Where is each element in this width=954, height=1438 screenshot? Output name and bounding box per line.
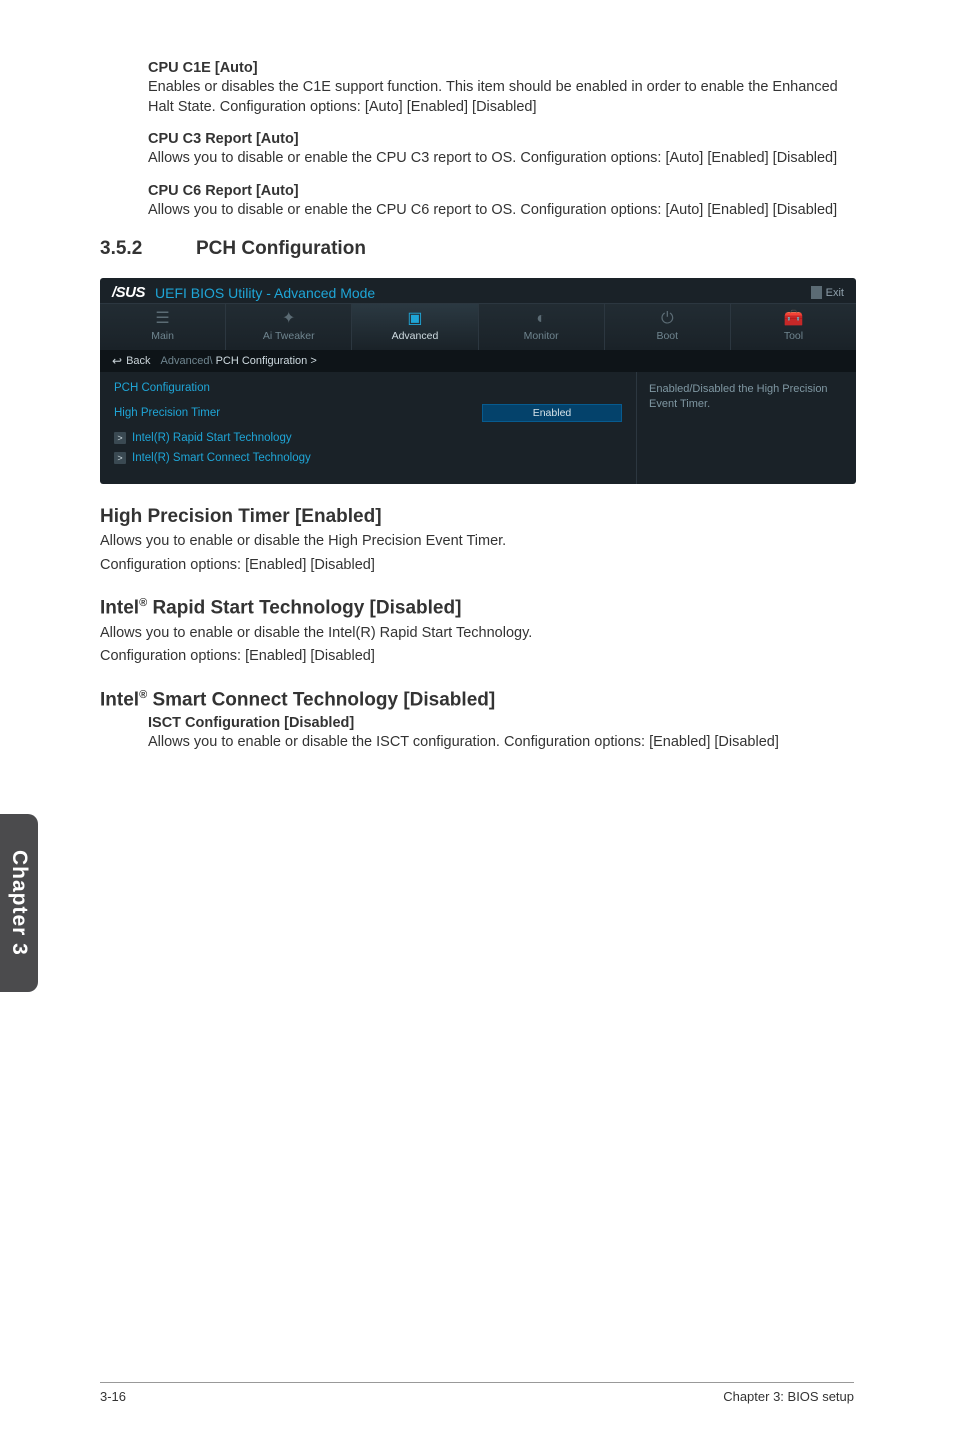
rapid-line2: Configuration options: [Enabled] [Disabl… [100,647,854,667]
isct-sub-body: Allows you to enable or disable the ISCT… [148,733,854,753]
exit-button[interactable]: Exit [811,286,844,299]
smart-heading: Intel® Smart Connect Technology [Disable… [100,689,854,711]
chevron-right-icon: > [114,432,126,444]
exit-label: Exit [826,287,844,299]
cpu-c6-title: CPU C6 Report [Auto] [148,183,854,199]
isct-sub-title: ISCT Configuration [Disabled] [148,715,854,731]
bios-logo: /SUS [112,284,145,301]
hpt-line2: Configuration options: [Enabled] [Disabl… [100,556,854,576]
hpt-label: High Precision Timer [114,407,220,419]
tab-monitor[interactable]: ◐ Monitor [479,304,605,350]
chip-icon: ▣ [352,310,477,328]
bios-screenshot: /SUS UEFI BIOS Utility - Advanced Mode E… [100,278,856,484]
tab-boot[interactable]: ⏻ Boot [605,304,731,350]
cpu-c3-title: CPU C3 Report [Auto] [148,131,854,147]
chevron-right-icon: > [114,452,126,464]
cpu-c1e-title: CPU C1E [Auto] [148,60,854,76]
rapid-heading: Intel® Rapid Start Technology [Disabled] [100,597,854,619]
tab-advanced[interactable]: ▣ Advanced [352,304,478,350]
back-arrow-icon: ↩ [112,354,122,368]
cpu-c3-body: Allows you to disable or enable the CPU … [148,149,854,169]
section-title: PCH Configuration [196,238,366,260]
section-number: 3.5.2 [100,238,196,260]
chapter-label: Chapter 3: BIOS setup [723,1389,854,1404]
hpt-value[interactable]: Enabled [482,404,622,422]
tweaker-icon: ✦ [226,310,351,328]
rapid-start-link[interactable]: > Intel(R) Rapid Start Technology [114,432,622,444]
gauge-icon: ◐ [479,310,604,328]
high-precision-timer-row[interactable]: High Precision Timer Enabled [114,404,622,422]
cpu-c6-body: Allows you to disable or enable the CPU … [148,201,854,221]
hpt-line1: Allows you to enable or disable the High… [100,532,854,552]
chapter-side-tab: Chapter 3 [0,814,38,992]
cpu-c1e-body: Enables or disables the C1E support func… [148,78,854,117]
tab-tool[interactable]: 🧰 Tool [731,304,856,350]
page-footer: 3-16 Chapter 3: BIOS setup [100,1382,854,1404]
bios-utility-title: UEFI BIOS Utility - Advanced Mode [155,285,375,301]
smart-connect-link[interactable]: > Intel(R) Smart Connect Technology [114,452,622,464]
power-icon: ⏻ [605,310,730,328]
rapid-line1: Allows you to enable or disable the Inte… [100,624,854,644]
hpt-heading: High Precision Timer [Enabled] [100,506,854,528]
pch-config-header: PCH Configuration [114,382,622,394]
exit-icon [811,286,822,299]
list-icon: ☰ [100,310,225,328]
tab-main[interactable]: ☰ Main [100,304,226,350]
toolbox-icon: 🧰 [731,310,856,328]
back-button[interactable]: ↩ Back [112,354,151,368]
page-number: 3-16 [100,1389,126,1404]
tab-ai-tweaker[interactable]: ✦ Ai Tweaker [226,304,352,350]
breadcrumb-path: Advanced\ PCH Configuration > [161,355,317,367]
help-panel: Enabled/Disabled the High Precision Even… [636,372,856,484]
breadcrumb: ↩ Back Advanced\ PCH Configuration > [100,350,856,372]
